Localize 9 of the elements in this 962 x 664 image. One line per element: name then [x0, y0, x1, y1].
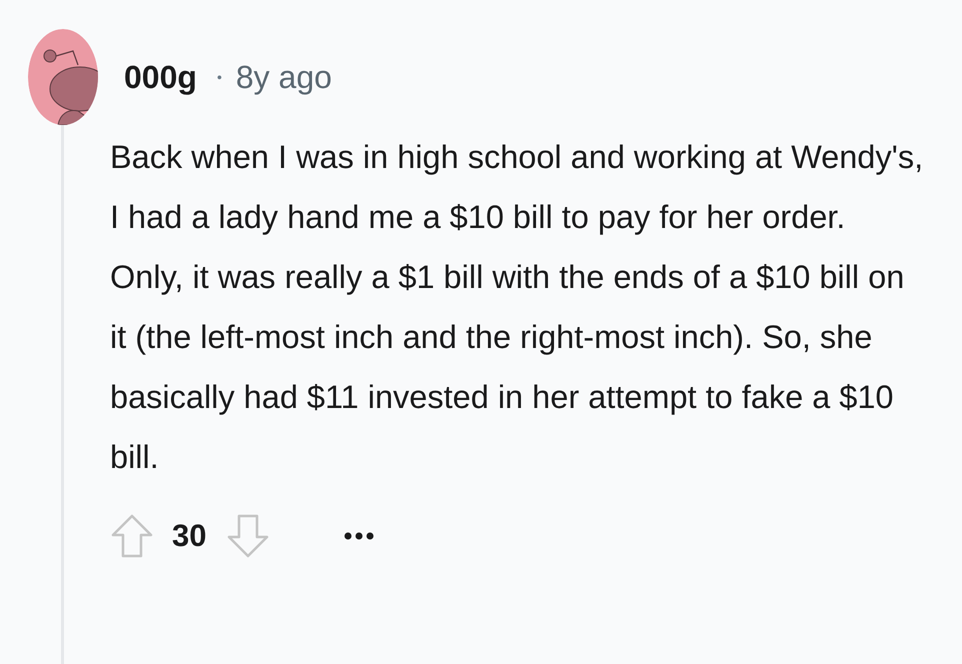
author-name[interactable]: 000g: [124, 58, 197, 96]
downvote-icon[interactable]: [226, 513, 270, 559]
comment-text: Back when I was in high school and working at Wendy's, I had a lady hand me a $10 bill to pay for her order. Only, it was really a $1 bill with the ends of a $10 bill on it (the left-most inch and the right-most inch). So, she basically had $11 invested in her attempt to fake a $10 bill.: [110, 138, 924, 477]
avatar-icon[interactable]: [28, 29, 98, 125]
more-icon[interactable]: [344, 532, 374, 540]
vote-count: 30: [172, 518, 206, 554]
upvote-icon[interactable]: [110, 513, 154, 559]
timestamp: 8y ago: [236, 58, 332, 96]
separator-dot: •: [216, 69, 222, 85]
